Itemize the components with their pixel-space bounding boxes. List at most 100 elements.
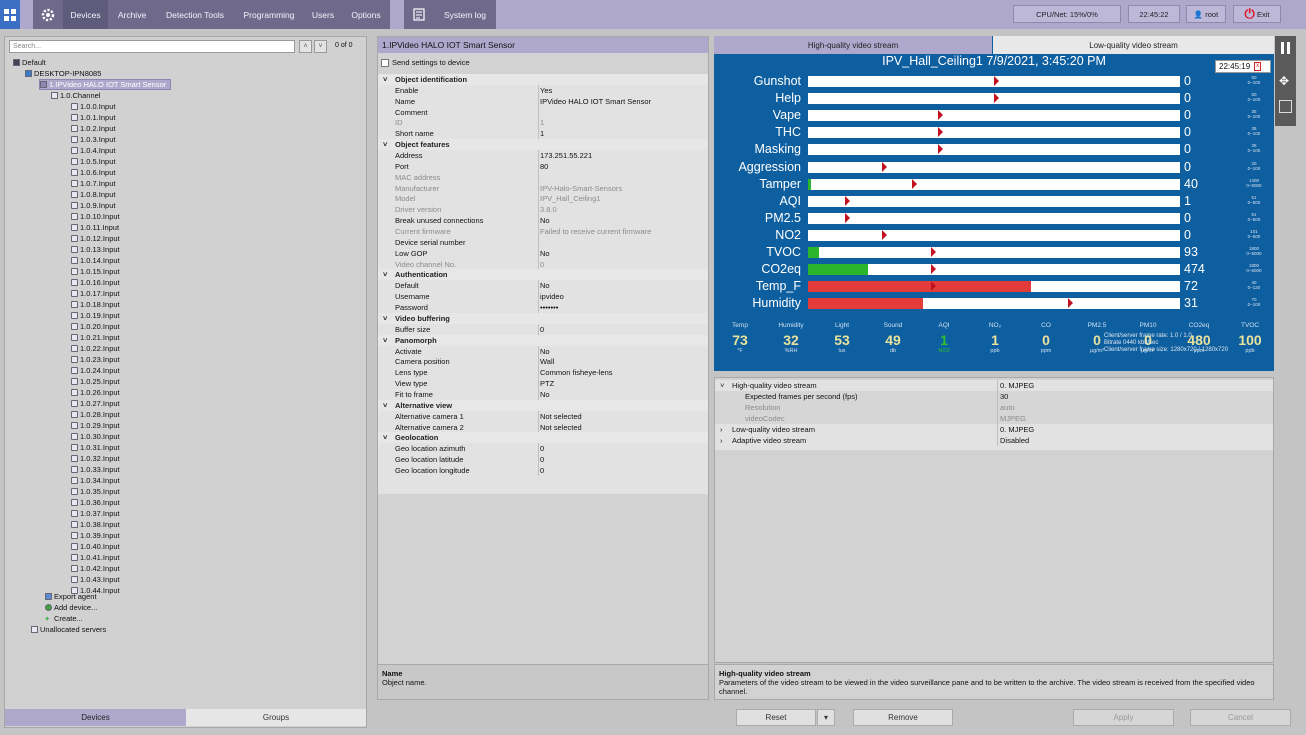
stream-property-row[interactable]: Resolution auto <box>715 401 1273 413</box>
property-row[interactable]: Break unused connections No <box>378 215 708 227</box>
nav-system-log[interactable]: System log <box>434 0 496 29</box>
stream-property-value[interactable]: MJPEG <box>997 412 1026 424</box>
property-section[interactable]: ˅ Authentication <box>378 269 708 281</box>
tab-devices[interactable]: Devices <box>5 709 186 726</box>
tree-input-item[interactable]: 1.0.43.Input <box>71 574 120 585</box>
expand-chevron-icon[interactable]: ˅ <box>383 269 387 280</box>
property-value[interactable]: 80 <box>537 160 548 172</box>
stream-property-row[interactable]: ˅ High-quality video stream 0. MJPEG <box>715 380 1273 391</box>
tree-input-item[interactable]: 1.0.38.Input <box>71 519 120 530</box>
chevron-up-icon[interactable]: ˄ <box>299 40 312 53</box>
tree-input-item[interactable]: 1.0.17.Input <box>71 288 120 299</box>
property-value[interactable]: 0 <box>537 464 544 476</box>
property-value[interactable]: 173.251.55.221 <box>537 150 592 162</box>
apply-button[interactable]: Apply <box>1073 709 1174 726</box>
nav-programming[interactable]: Programming <box>234 0 304 29</box>
property-row[interactable]: Low GOP No <box>378 247 708 259</box>
tree-input-item[interactable]: 1.0.25.Input <box>71 376 120 387</box>
property-value[interactable]: ipvideo <box>538 291 564 303</box>
stream-property-row[interactable]: Expected frames per second (fps) 30 <box>715 390 1273 402</box>
nav-detection-tools[interactable]: Detection Tools <box>156 0 234 29</box>
property-row[interactable]: Geo location longitude 0 <box>378 464 708 476</box>
stream-property-row[interactable]: videoCodec MJPEG <box>715 412 1273 424</box>
tree-input-item[interactable]: 1.0.16.Input <box>71 277 120 288</box>
property-row[interactable]: Default No <box>378 280 708 292</box>
property-row[interactable]: Username ipvideo <box>378 291 708 303</box>
tree-input-item[interactable]: 1.0.10.Input <box>71 211 120 222</box>
fullscreen-icon[interactable] <box>1279 100 1292 113</box>
property-value[interactable]: 1 <box>537 128 544 140</box>
chevron-right-icon[interactable]: › <box>720 435 723 446</box>
property-value[interactable]: Not selected <box>538 410 582 422</box>
tree-device-selected[interactable]: 1.IPVideo HALO IOT Smart Sensor <box>39 79 172 90</box>
property-value[interactable]: 0 <box>537 258 544 270</box>
property-section[interactable]: ˅ Object identification <box>378 74 708 85</box>
ptz-move-icon[interactable]: ✥ <box>1279 74 1289 88</box>
nav-options[interactable]: Options <box>342 0 390 29</box>
exit-button[interactable]: ⏻ Exit <box>1233 5 1281 23</box>
property-row[interactable]: Model IPV_Hall_Ceiling1 <box>378 193 708 205</box>
send-settings-checkbox[interactable]: Send settings to device <box>381 58 470 67</box>
property-row[interactable]: MAC address <box>378 171 708 183</box>
stream-property-row[interactable]: › Adaptive video stream Disabled <box>715 434 1273 446</box>
property-value[interactable]: No <box>538 388 550 400</box>
tree-export-agent[interactable]: Export agent <box>45 591 97 602</box>
tree-input-item[interactable]: 1.0.1.Input <box>71 112 115 123</box>
tree-input-item[interactable]: 1.0.3.Input <box>71 134 115 145</box>
property-value[interactable]: Wall <box>537 356 554 368</box>
tree-input-item[interactable]: 1.0.28.Input <box>71 409 120 420</box>
property-row[interactable]: ID 1 <box>378 117 708 129</box>
property-row[interactable]: Device serial number <box>378 236 708 248</box>
property-row[interactable]: Short name 1 <box>378 128 708 140</box>
cancel-button[interactable]: Cancel <box>1190 709 1291 726</box>
chevron-down-icon[interactable]: ˅ <box>314 40 327 53</box>
property-value[interactable]: No <box>538 345 550 357</box>
property-section[interactable]: ˅ Video buffering <box>378 312 708 324</box>
property-value[interactable]: Common fisheye-lens <box>538 367 613 379</box>
tree-input-item[interactable]: 1.0.2.Input <box>71 123 115 134</box>
chevron-right-icon[interactable]: › <box>720 424 723 435</box>
tree-input-item[interactable]: 1.0.18.Input <box>71 299 120 310</box>
property-section[interactable]: ˅ Panomorph <box>378 334 708 346</box>
property-row[interactable]: Alternative camera 1 Not selected <box>378 410 708 422</box>
property-value[interactable]: 0 <box>537 443 544 455</box>
tree-create[interactable]: + Create... <box>45 613 83 624</box>
property-value[interactable]: No <box>538 280 550 292</box>
tree-input-item[interactable]: 1.0.40.Input <box>71 541 120 552</box>
property-row[interactable]: View type PTZ <box>378 378 708 390</box>
tree-root[interactable]: Default <box>13 57 46 68</box>
apps-grid-icon[interactable] <box>0 0 20 29</box>
property-value[interactable]: Failed to receive current firmware <box>537 226 651 238</box>
property-row[interactable]: Comment <box>378 106 708 118</box>
property-value[interactable]: PTZ <box>537 378 554 390</box>
property-row[interactable]: Alternative camera 2 Not selected <box>378 421 708 433</box>
settings-gear-icon[interactable] <box>33 0 63 29</box>
tree-input-item[interactable]: 1.0.39.Input <box>71 530 120 541</box>
tree-unallocated-servers[interactable]: Unallocated servers <box>31 624 106 635</box>
property-value[interactable]: 1 <box>537 117 544 129</box>
tree-input-item[interactable]: 1.0.33.Input <box>71 464 120 475</box>
tree-input-item[interactable]: 1.0.11.Input <box>71 222 119 233</box>
tree-input-item[interactable]: 1.0.36.Input <box>71 497 120 508</box>
property-section[interactable]: ˅ Geolocation <box>378 432 708 444</box>
property-row[interactable]: Current firmware Failed to receive curren… <box>378 226 708 238</box>
tree-input-item[interactable]: 1.0.0.Input <box>71 101 115 112</box>
property-row[interactable]: Driver version 3.8.0 <box>378 204 708 216</box>
property-row[interactable]: Enable Yes <box>378 84 708 96</box>
chevron-down-icon[interactable]: ˅ <box>720 380 724 391</box>
tree-input-item[interactable]: 1.0.7.Input <box>71 178 115 189</box>
stream-property-value[interactable]: auto <box>997 401 1015 413</box>
tree-input-item[interactable]: 1.0.22.Input <box>71 343 120 354</box>
tree-input-item[interactable]: 1.0.15.Input <box>71 266 120 277</box>
property-value[interactable]: ••••••• <box>537 302 558 314</box>
tree-input-item[interactable]: 1.0.24.Input <box>71 365 120 376</box>
tree-input-item[interactable]: 1.0.4.Input <box>71 145 115 156</box>
property-row[interactable]: Camera position Wall <box>378 356 708 368</box>
reset-button[interactable]: Reset <box>736 709 816 726</box>
stream-property-value[interactable]: 0. MJPEG <box>997 380 1034 391</box>
property-row[interactable]: Manufacturer IPV-Halo-Smart-Sensors <box>378 182 708 194</box>
tree-input-item[interactable]: 1.0.6.Input <box>71 167 115 178</box>
reset-dropdown-chevron-icon[interactable]: ▾ <box>817 709 835 726</box>
tree-input-item[interactable]: 1.0.42.Input <box>71 563 120 574</box>
property-row[interactable]: Name IPVideo HALO IOT Smart Sensor <box>378 95 708 107</box>
